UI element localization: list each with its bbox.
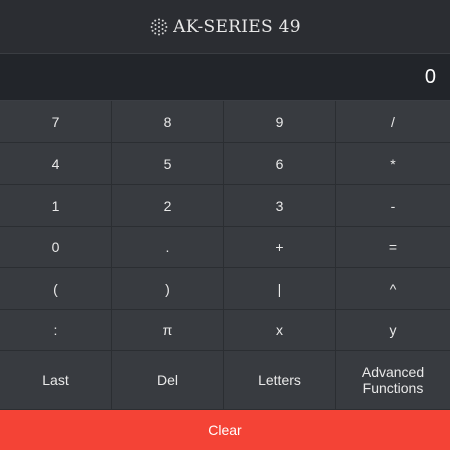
key-colon[interactable]: : bbox=[0, 310, 112, 351]
letters-button[interactable]: Letters bbox=[224, 351, 336, 410]
logo: AK-SERIES 49 bbox=[149, 17, 301, 37]
calculator-display: 0 bbox=[0, 54, 450, 101]
display-value: 0 bbox=[424, 65, 436, 88]
key-1[interactable]: 1 bbox=[0, 185, 112, 227]
advanced-functions-button[interactable]: Advanced Functions bbox=[336, 351, 450, 410]
key-9[interactable]: 9 bbox=[224, 101, 336, 143]
key-minus[interactable]: - bbox=[336, 185, 450, 227]
clear-button[interactable]: Clear bbox=[0, 410, 450, 450]
key-power[interactable]: ^ bbox=[336, 268, 450, 310]
last-button[interactable]: Last bbox=[0, 351, 112, 410]
key-3[interactable]: 3 bbox=[224, 185, 336, 227]
key-equals[interactable]: = bbox=[336, 227, 450, 268]
key-y[interactable]: y bbox=[336, 310, 450, 351]
key-6[interactable]: 6 bbox=[224, 143, 336, 185]
key-7[interactable]: 7 bbox=[0, 101, 112, 143]
key-close-paren[interactable]: ) bbox=[112, 268, 224, 310]
key-plus[interactable]: + bbox=[224, 227, 336, 268]
key-5[interactable]: 5 bbox=[112, 143, 224, 185]
app-header: AK-SERIES 49 bbox=[0, 0, 450, 54]
key-2[interactable]: 2 bbox=[112, 185, 224, 227]
key-x[interactable]: x bbox=[224, 310, 336, 351]
app-title: AK-SERIES 49 bbox=[173, 16, 301, 37]
key-4[interactable]: 4 bbox=[0, 143, 112, 185]
key-divide[interactable]: / bbox=[336, 101, 450, 143]
key-open-paren[interactable]: ( bbox=[0, 268, 112, 310]
key-pipe[interactable]: | bbox=[224, 268, 336, 310]
dotted-globe-icon bbox=[149, 17, 169, 37]
keypad: 7 8 9/ 4 5 6 * 1 2 3- 0. + = () | ^: π x y Last Del Letters Ad… bbox=[0, 101, 450, 410]
key-decimal[interactable]: . bbox=[112, 227, 224, 268]
delete-button[interactable]: Del bbox=[112, 351, 224, 410]
key-pi[interactable]: π bbox=[112, 310, 224, 351]
key-8[interactable]: 8 bbox=[112, 101, 224, 143]
key-multiply[interactable]: * bbox=[336, 143, 450, 185]
calculator-app: AK-SERIES 49 0 7 8 9/4 5 6 * 1 2 3-0. + =() | ^: π x y L… bbox=[0, 0, 450, 450]
key-0[interactable]: 0 bbox=[0, 227, 112, 268]
